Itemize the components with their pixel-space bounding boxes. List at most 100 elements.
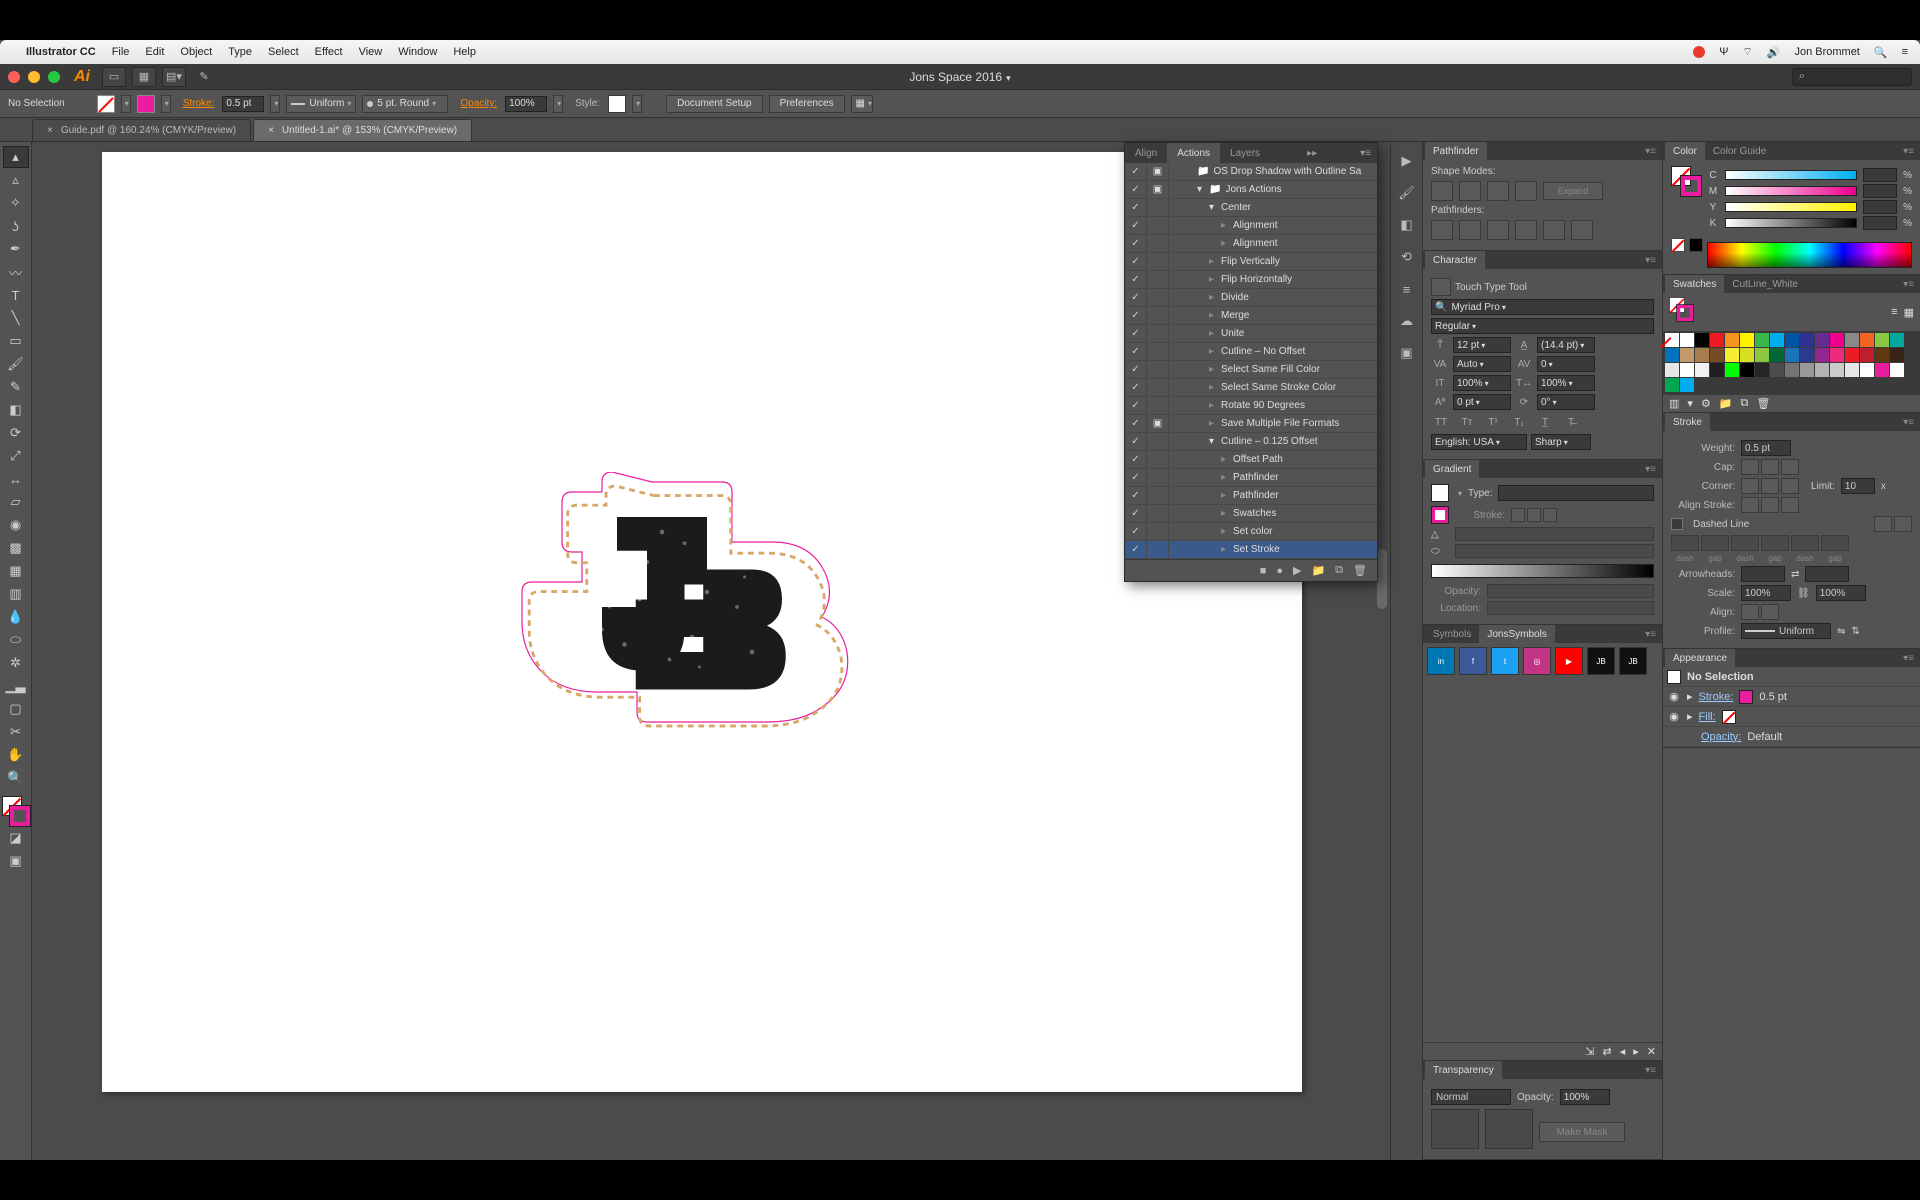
menu-object[interactable]: Object [180,46,212,58]
eyedropper-tool[interactable]: 💧 [3,606,29,628]
swatch[interactable] [1665,333,1679,347]
swatch[interactable] [1845,333,1859,347]
all-caps-btn[interactable]: TT [1431,414,1451,430]
swatch[interactable] [1860,348,1874,362]
disclosure-icon[interactable]: ▾ [1209,436,1221,447]
lasso-tool[interactable]: ʖ [3,215,29,237]
none-color-icon[interactable] [1671,238,1685,252]
color-guide-tab[interactable]: Color Guide [1705,142,1774,160]
disclosure-icon[interactable]: ▸ [1687,690,1693,703]
fill-swatch[interactable] [97,95,115,113]
swatch[interactable] [1710,363,1724,377]
appear-stroke-label[interactable]: Stroke: [1699,691,1734,703]
action-row[interactable]: ✓▸Divide [1125,289,1377,307]
transparency-tab[interactable]: Transparency [1425,1061,1502,1079]
menu-type[interactable]: Type [228,46,252,58]
action-row[interactable]: ✓▸Select Same Stroke Color [1125,379,1377,397]
layers-tab[interactable]: Layers [1220,143,1270,163]
k-value[interactable] [1863,216,1897,230]
perspective-tool[interactable]: ▩ [3,537,29,559]
symbol-place-icon[interactable]: ⇲ [1585,1045,1594,1058]
rectangle-tool[interactable]: ▭ [3,330,29,352]
titlebar-btn-1[interactable]: ▭ [102,67,126,87]
action-row[interactable]: ✓▸Alignment [1125,235,1377,253]
action-row[interactable]: ✓▣OS Drop Shadow with Outline Sa [1125,163,1377,181]
appear-stroke-swatch[interactable] [1739,690,1753,704]
width-tool[interactable]: ↔ [3,468,29,490]
swatch[interactable] [1755,363,1769,377]
gradient-aspect-field[interactable] [1455,544,1654,558]
spotlight-icon[interactable]: 🔍 [1874,46,1888,59]
swatch[interactable] [1785,363,1799,377]
subscript-btn[interactable]: T₁ [1509,414,1529,430]
symbol-prev-icon[interactable]: ◂ [1620,1045,1626,1058]
swatches-fillstroke[interactable] [1669,297,1693,321]
dock-brushes-icon[interactable]: 🖌 [1396,182,1418,204]
shape-builder-tool[interactable]: ◉ [3,514,29,536]
action-row[interactable]: ✓▸Select Same Fill Color [1125,361,1377,379]
swatch[interactable] [1830,333,1844,347]
pf-trim[interactable] [1459,220,1481,240]
scale-tool[interactable]: ⤢ [3,445,29,467]
vscale-field[interactable]: 100% [1453,375,1511,391]
action-row[interactable]: ✓▾Cutline – 0.125 Offset [1125,433,1377,451]
panel-menu-icon[interactable]: ▾≡ [1639,1065,1662,1076]
pf-exclude[interactable] [1515,181,1537,201]
stroke-cap-buttons[interactable] [1741,459,1799,475]
volume-icon[interactable]: 🔊 [1767,46,1781,59]
symbol-jb-dark[interactable]: JB [1587,647,1615,675]
symbol-sprayer-tool[interactable]: ✲ [3,652,29,674]
menu-select[interactable]: Select [268,46,299,58]
pf-crop[interactable] [1515,220,1537,240]
c-slider[interactable] [1725,170,1857,180]
stop-button-icon[interactable]: ■ [1260,565,1267,577]
dash-gap-fields[interactable] [1671,535,1912,551]
visibility-icon[interactable]: ◉ [1667,710,1681,723]
dock-libraries-icon[interactable]: ☁ [1396,310,1418,332]
arrange-docs-button[interactable]: ▤▾ [162,67,186,87]
swatch-newgroup-icon[interactable]: 📁 [1719,397,1733,410]
cutline-white-tab[interactable]: CutLine_White [1724,275,1806,293]
swatch[interactable] [1830,363,1844,377]
close-tab-icon[interactable]: × [47,125,53,136]
width-profile[interactable]: 5 pt. Round [362,95,448,113]
swatch[interactable] [1860,333,1874,347]
stroke-swatch[interactable] [137,95,155,113]
strikethrough-btn[interactable]: T̶ [1561,414,1581,430]
swatch[interactable] [1770,348,1784,362]
action-row[interactable]: ✓▸Flip Horizontally [1125,271,1377,289]
user-name[interactable]: Jon Brommet [1794,46,1859,58]
swatch[interactable] [1665,363,1679,377]
symbol-facebook[interactable]: f [1459,647,1487,675]
delete-action-icon[interactable]: 🗑 [1353,564,1367,577]
pencil-tool[interactable]: ✎ [3,376,29,398]
disclosure-icon[interactable]: ▾ [1209,202,1221,213]
character-tab[interactable]: Character [1425,251,1485,269]
menubar-list-icon[interactable]: ≡ [1902,46,1908,58]
gradient-loc-field[interactable] [1487,601,1654,615]
dock-links-icon[interactable]: ⟲ [1396,246,1418,268]
menu-view[interactable]: View [359,46,383,58]
actions-list[interactable]: ✓▣OS Drop Shadow with Outline Sa✓▣▾Jons … [1125,163,1377,559]
menu-edit[interactable]: Edit [145,46,164,58]
jonssymbols-tab[interactable]: JonsSymbols [1479,625,1554,643]
opacity-dd[interactable] [553,95,563,113]
dash-align-buttons[interactable] [1874,516,1912,532]
arrow-scale-start[interactable]: 100% [1741,585,1791,601]
menu-help[interactable]: Help [453,46,476,58]
stroke-weight-dd[interactable] [270,95,280,113]
action-row[interactable]: ✓▸Pathfinder [1125,469,1377,487]
symbol-delete-icon[interactable]: ✕ [1647,1045,1656,1058]
stroke-link[interactable]: Stroke: [183,98,215,109]
gradient-preview-dd[interactable] [1455,488,1462,499]
swatch[interactable] [1800,348,1814,362]
swatch-view-grid-icon[interactable]: ▦ [1904,306,1914,319]
window-controls[interactable] [8,71,60,83]
line-tool[interactable]: ╲ [3,307,29,329]
swatch[interactable] [1785,333,1799,347]
action-row[interactable]: ✓▸Offset Path [1125,451,1377,469]
font-size-field[interactable]: 12 pt [1453,337,1511,353]
swatch[interactable] [1815,333,1829,347]
gradient-type-field[interactable] [1498,485,1654,501]
swatch[interactable] [1890,363,1904,377]
